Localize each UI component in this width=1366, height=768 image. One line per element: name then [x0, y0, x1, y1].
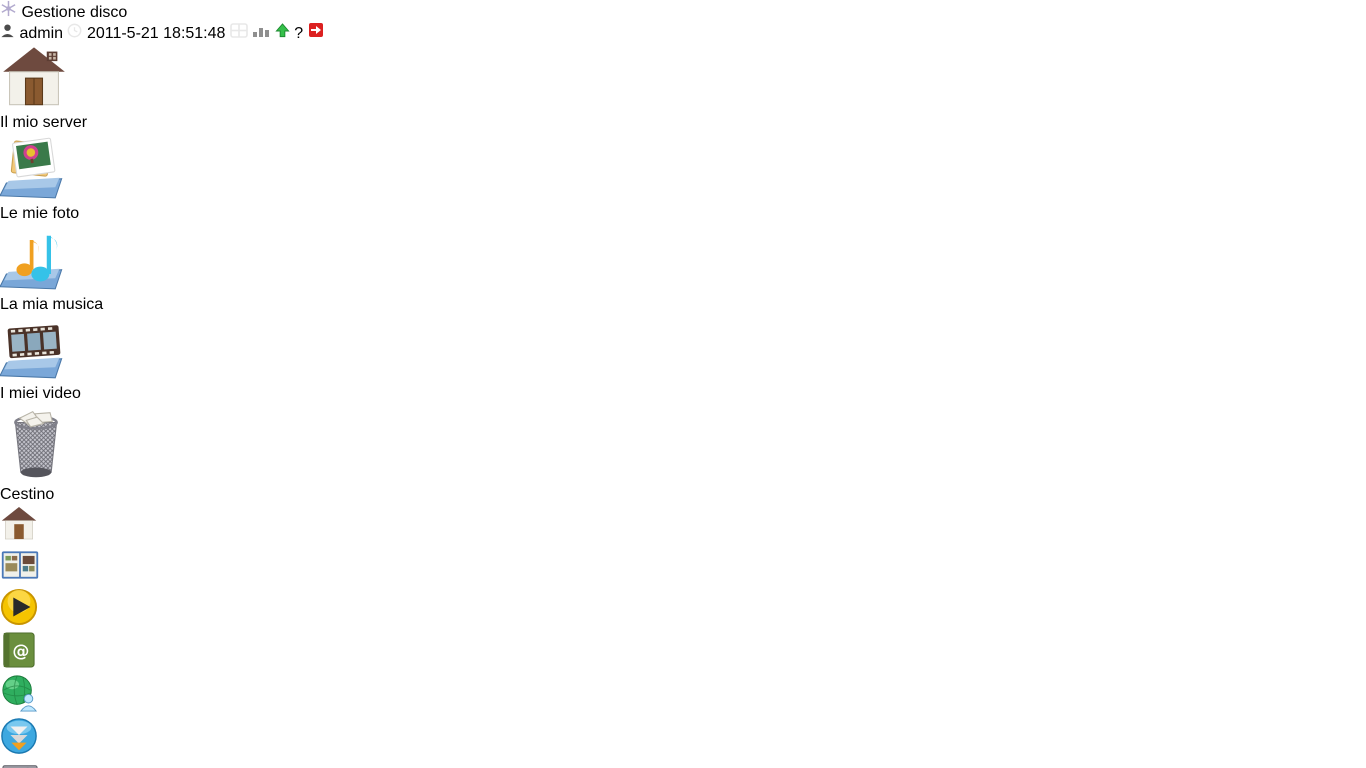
desktop-background [0, 0, 1366, 768]
